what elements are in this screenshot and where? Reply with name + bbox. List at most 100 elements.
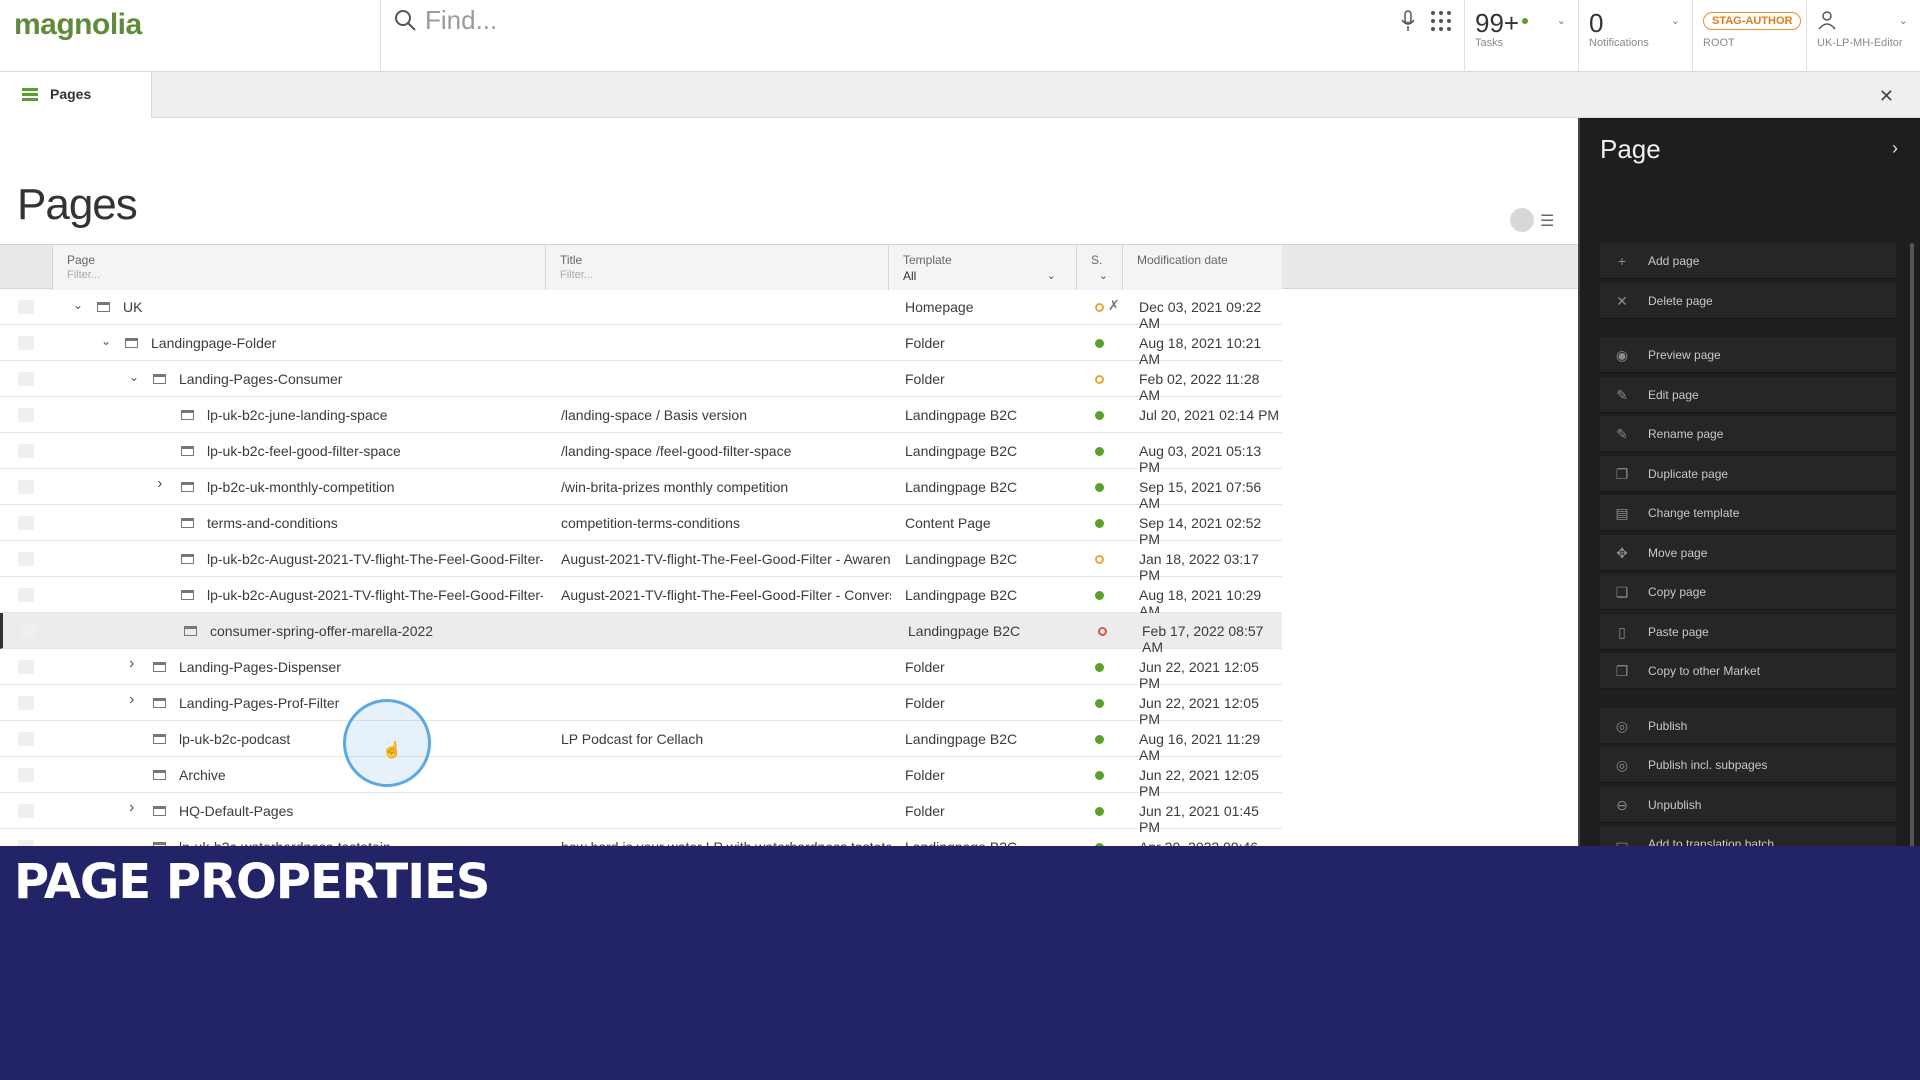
- table-row[interactable]: lp-uk-b2c-August-2021-TV-flight-The-Feel…: [0, 541, 1282, 583]
- modification-date: Apr 20, 2022 09:46 AM: [1139, 839, 1282, 846]
- chevron-right-icon[interactable]: ›: [129, 655, 134, 673]
- table-row[interactable]: › HQ-Default-Pages Folder Jun 21, 2021 01:4…: [0, 793, 1282, 835]
- column-label: Modification date: [1137, 253, 1228, 267]
- column-label: Page: [67, 253, 96, 267]
- row-checkbox[interactable]: [21, 624, 37, 638]
- page-template: Landingpage B2C: [908, 623, 1021, 639]
- chevron-down-icon[interactable]: ⌄: [1099, 269, 1108, 282]
- microphone-icon[interactable]: [1400, 10, 1416, 32]
- table-row[interactable]: › lp-b2c-uk-monthly-competition/win-brita…: [0, 469, 1282, 511]
- chevron-down-icon: ⌄: [1556, 15, 1566, 27]
- column-label: Template: [903, 253, 952, 267]
- page-name: HQ-Default-Pages: [179, 803, 294, 819]
- pencil-icon: ✎: [1616, 386, 1628, 403]
- row-checkbox[interactable]: [18, 336, 34, 350]
- chevron-down-icon: ⌄: [1898, 15, 1908, 27]
- table-row[interactable]: ⌄ Landing-Pages-Consumer Folder Feb 02, 202…: [0, 361, 1282, 403]
- row-checkbox[interactable]: [18, 588, 34, 602]
- chevron-down-icon[interactable]: ⌄: [101, 334, 111, 348]
- action-unpublish[interactable]: ⊖ Unpublish: [1600, 786, 1896, 823]
- table-row[interactable]: Archive Folder Jun 22, 2021 12:05 PM: [0, 757, 1282, 799]
- action-preview-page[interactable]: ◉ Preview page: [1600, 337, 1896, 373]
- tasks-indicator[interactable]: 99+ Tasks ⌄: [1464, 0, 1578, 72]
- row-checkbox[interactable]: [18, 552, 34, 566]
- status-dot: [1095, 519, 1104, 528]
- page-template: Folder: [905, 371, 945, 387]
- tree-view-toggle[interactable]: [1510, 208, 1534, 232]
- close-icon[interactable]: ✕: [1879, 86, 1894, 107]
- row-checkbox[interactable]: [18, 444, 34, 458]
- action-label: Add page: [1648, 254, 1700, 268]
- action-move-page[interactable]: ✥ Move page: [1600, 534, 1896, 571]
- action-add-to-translation-batch[interactable]: ▭ Add to translation batch: [1600, 826, 1896, 846]
- scrollbar[interactable]: [1910, 243, 1914, 846]
- chevron-right-icon[interactable]: ›: [1892, 138, 1898, 159]
- app-launcher-icon[interactable]: [1430, 10, 1452, 32]
- list-view-icon[interactable]: ☰: [1540, 211, 1554, 231]
- chevron-down-icon[interactable]: ⌄: [129, 370, 139, 384]
- page-template: Landingpage B2C: [905, 587, 1018, 603]
- row-checkbox[interactable]: [18, 408, 34, 422]
- row-checkbox[interactable]: [18, 372, 34, 386]
- table-row[interactable]: › Landing-Pages-Dispenser Folder Jun 22, 20…: [0, 649, 1282, 691]
- page-template: Folder: [905, 767, 945, 783]
- column-page: Page Filter...: [52, 245, 545, 290]
- status-dot: [1095, 735, 1104, 744]
- action-duplicate-page[interactable]: ❐ Duplicate page: [1600, 455, 1896, 492]
- action-rename-page[interactable]: ✎ Rename page: [1600, 416, 1896, 452]
- table-row[interactable]: terms-and-conditions competition-terms-co…: [0, 505, 1282, 547]
- row-checkbox[interactable]: [18, 804, 34, 818]
- action-publish[interactable]: ◎ Publish: [1600, 707, 1896, 744]
- action-copy-page[interactable]: ❏ Copy page: [1600, 574, 1896, 610]
- table-row[interactable]: lp-uk-b2c-waterhardness-tastetein how har…: [0, 829, 1282, 846]
- page-name: terms-and-conditions: [207, 515, 338, 531]
- action-copy-to-other-market[interactable]: ❐ Copy to other Market: [1600, 653, 1896, 689]
- template-filter-select[interactable]: All: [903, 269, 916, 283]
- tab-pages[interactable]: Pages: [0, 72, 152, 118]
- row-checkbox[interactable]: [18, 696, 34, 710]
- row-checkbox[interactable]: [18, 480, 34, 494]
- chevron-right-icon[interactable]: ›: [129, 799, 134, 817]
- page-filter-input[interactable]: Filter...: [67, 269, 100, 281]
- action-label: Edit page: [1648, 387, 1699, 402]
- chevron-right-icon[interactable]: ›: [129, 691, 134, 709]
- row-checkbox[interactable]: [18, 300, 34, 314]
- action-edit-page[interactable]: ✎ Edit page: [1600, 376, 1896, 413]
- row-checkbox[interactable]: [18, 768, 34, 782]
- user-menu[interactable]: UK-LP-MH-Editor ⌄: [1806, 0, 1920, 72]
- table-row[interactable]: ⌄ UK Homepage ✗ Dec 03, 2021 09:22 AM: [0, 289, 1282, 331]
- table-row[interactable]: consumer-spring-offer-marella-2022 Landin…: [0, 613, 1282, 655]
- row-checkbox[interactable]: [18, 660, 34, 674]
- notifications-indicator[interactable]: 0 Notifications ⌄: [1578, 0, 1692, 72]
- page-icon: [181, 410, 194, 420]
- move-icon: ✥: [1616, 544, 1628, 561]
- page-title: Pages: [17, 180, 138, 229]
- search-input[interactable]: Find...: [425, 5, 497, 36]
- search-bar[interactable]: Find...: [380, 0, 1464, 72]
- action-add-page[interactable]: + Add page: [1600, 243, 1896, 279]
- table-row[interactable]: lp-uk-b2c-feel-good-filter-space/landing…: [0, 433, 1282, 475]
- action-publish-incl-subpages[interactable]: ◎ Publish incl. subpages: [1600, 747, 1896, 783]
- magnolia-logo[interactable]: magnolia: [14, 8, 142, 42]
- table-row[interactable]: lp-uk-b2c-August-2021-TV-flight-The-Feel…: [0, 577, 1282, 619]
- table-row[interactable]: › Landing-Pages-Prof-Filter Folder Jun 22, …: [0, 685, 1282, 727]
- row-checkbox[interactable]: [18, 516, 34, 530]
- action-bar: Page › + Add page ✕ Delete page ◉ Preview pag…: [1578, 118, 1920, 846]
- environment-indicator[interactable]: STAG-AUTHOR ROOT: [1692, 0, 1806, 72]
- action-paste-page[interactable]: ▯ Paste page: [1600, 613, 1896, 650]
- action-delete-page[interactable]: ✕ Delete page: [1600, 282, 1896, 319]
- table-row[interactable]: ⌄ Landingpage-Folder Folder Aug 18, 2021 10…: [0, 325, 1282, 367]
- table-row[interactable]: lp-uk-b2c-podcast LP Podcast for Cellach L…: [0, 721, 1282, 763]
- copy-icon: ❏: [1615, 584, 1629, 600]
- tasks-label: Tasks: [1475, 37, 1504, 49]
- row-checkbox[interactable]: [18, 732, 34, 746]
- title-filter-input[interactable]: Filter...: [560, 269, 593, 281]
- chevron-down-icon[interactable]: ⌄: [1047, 269, 1056, 282]
- chevron-down-icon[interactable]: ⌄: [73, 298, 83, 312]
- action-change-template[interactable]: ▤ Change template: [1600, 495, 1896, 531]
- chevron-right-icon[interactable]: ›: [157, 475, 162, 493]
- status-dot: [1095, 411, 1104, 420]
- modification-date: Jul 20, 2021 02:14 PM: [1139, 407, 1280, 423]
- table-row[interactable]: lp-uk-b2c-june-landing-space/landing-spa…: [0, 397, 1282, 433]
- page-template: Landingpage B2C: [905, 479, 1018, 495]
